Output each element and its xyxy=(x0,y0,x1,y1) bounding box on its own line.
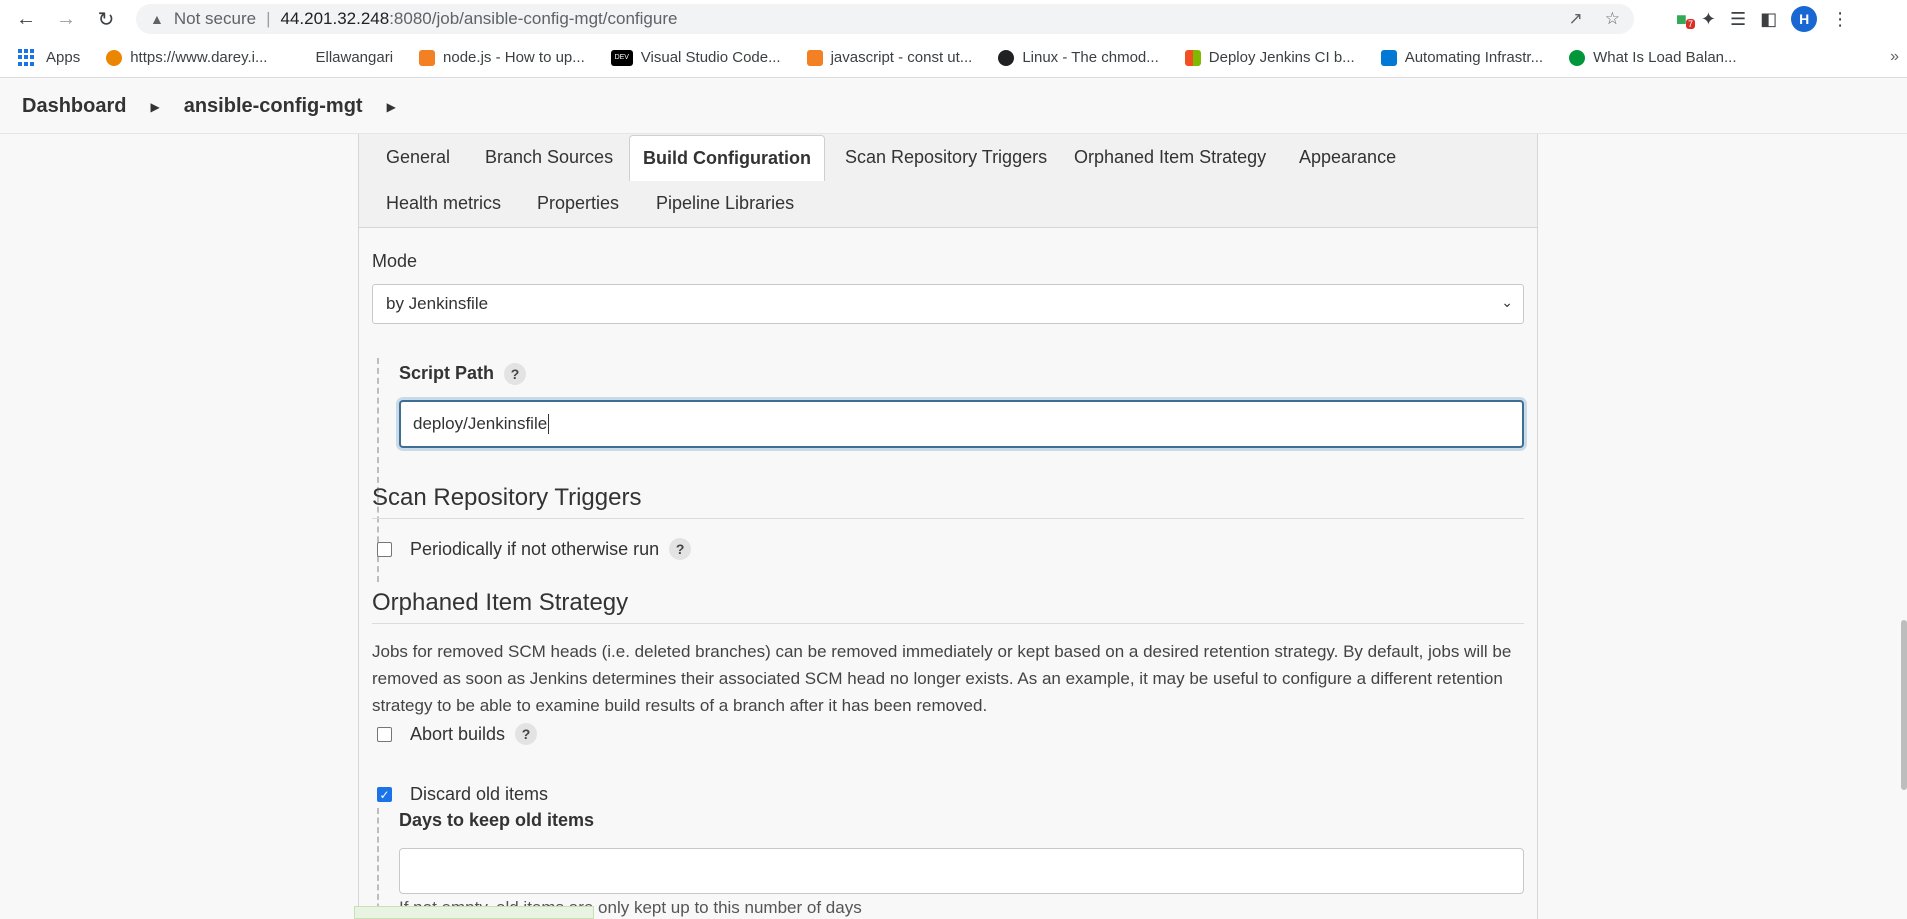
stackoverflow-favicon-icon xyxy=(419,49,436,66)
bookmark-label: Linux - The chmod... xyxy=(1022,49,1159,66)
side-panel-icon[interactable]: ◧ xyxy=(1760,9,1777,30)
script-path-input[interactable]: deploy/Jenkinsfile xyxy=(399,400,1524,448)
bookmark-label: javascript - const ut... xyxy=(830,49,973,66)
abort-builds-label: Abort builds xyxy=(410,723,506,744)
notification-bar xyxy=(354,906,594,919)
bookmark-javascript[interactable]: javascript - const ut... xyxy=(806,49,973,66)
reload-icon[interactable]: ↻ xyxy=(92,5,120,33)
bookmark-label: Automating Infrastr... xyxy=(1404,49,1544,66)
not-secure-label: Not secure xyxy=(173,9,257,28)
extensions-area: ■ 7 ✦ ☰ ◧ H ⋮ xyxy=(1676,6,1849,32)
discard-old-items-checkbox[interactable]: ✓ xyxy=(377,787,392,802)
back-arrow-icon[interactable]: ← xyxy=(12,5,40,33)
days-to-keep-label: Days to keep old items xyxy=(399,810,595,830)
breadcrumb-caret-icon[interactable]: ▶ xyxy=(150,100,159,114)
globe-favicon-icon xyxy=(998,49,1015,66)
bookmark-label: node.js - How to up... xyxy=(443,49,585,66)
apps-grid-icon xyxy=(18,48,36,67)
puzzle-extensions-icon[interactable]: ✦ xyxy=(1701,9,1716,30)
bookmark-ellawangari[interactable]: Ellawangari xyxy=(315,49,393,66)
tab-health-metrics[interactable]: Health metrics xyxy=(386,180,501,226)
mode-label: Mode xyxy=(372,251,418,271)
browser-toolbar: ← → ↻ ▲ Not secure | 44.201.32.248:8080/… xyxy=(0,0,1907,38)
tab-orphaned-item-strategy[interactable]: Orphaned Item Strategy xyxy=(1074,134,1266,180)
orphaned-strategy-heading: Orphaned Item Strategy xyxy=(372,589,1524,624)
azure-favicon-icon xyxy=(1380,49,1397,66)
abort-builds-row: Abort builds ? xyxy=(377,723,538,745)
bookmark-label: What Is Load Balan... xyxy=(1593,49,1737,66)
bookmark-darey[interactable]: https://www.darey.i... xyxy=(106,49,267,66)
profile-avatar[interactable]: H xyxy=(1791,6,1818,32)
tab-pipeline-libraries[interactable]: Pipeline Libraries xyxy=(656,180,794,226)
breadcrumb-caret-icon[interactable]: ▶ xyxy=(387,100,396,114)
bookmark-label: Apps xyxy=(46,49,81,66)
bookmark-vscode[interactable]: DEV Visual Studio Code... xyxy=(610,49,781,66)
chevron-down-icon: ⌄ xyxy=(1501,294,1513,310)
scan-triggers-heading: Scan Repository Triggers xyxy=(372,484,1524,519)
breadcrumb-job[interactable]: ansible-config-mgt xyxy=(184,95,363,118)
mode-select[interactable]: by Jenkinsfile ⌄ xyxy=(372,284,1524,324)
discard-old-items-label: Discard old items xyxy=(410,784,549,804)
config-tab-bar: General Branch Sources Build Configurati… xyxy=(359,134,1537,228)
tab-build-configuration[interactable]: Build Configuration xyxy=(629,135,825,181)
bookmark-label: Ellawangari xyxy=(315,49,394,66)
bookmark-star-icon[interactable]: ☆ xyxy=(1605,9,1620,29)
extension-badge-count: 7 xyxy=(1686,18,1696,29)
dev-favicon-icon: DEV xyxy=(610,49,633,66)
bookmark-label: https://www.darey.i... xyxy=(130,49,268,66)
tab-appearance[interactable]: Appearance xyxy=(1299,134,1396,180)
abort-builds-checkbox[interactable] xyxy=(377,726,392,742)
url-host: 44.201.32.248 xyxy=(280,9,390,28)
warning-triangle-icon: ▲ xyxy=(150,11,164,27)
orphaned-strategy-description: Jobs for removed SCM heads (i.e. deleted… xyxy=(372,642,1512,715)
darey-favicon-icon xyxy=(106,49,123,66)
days-to-keep-input[interactable] xyxy=(399,848,1524,894)
extension-badge-icon[interactable]: ■ 7 xyxy=(1676,9,1696,30)
media-queue-icon[interactable]: ☰ xyxy=(1730,9,1746,30)
bookmark-label: Deploy Jenkins CI b... xyxy=(1208,49,1355,66)
bookmark-nodejs[interactable]: node.js - How to up... xyxy=(419,49,585,66)
bookmark-load-balancing[interactable]: What Is Load Balan... xyxy=(1569,49,1737,66)
share-icon[interactable]: ↗ xyxy=(1569,9,1583,29)
address-separator: | xyxy=(266,9,271,28)
address-bar[interactable]: ▲ Not secure | 44.201.32.248:8080/job/an… xyxy=(136,4,1634,34)
periodic-trigger-label: Periodically if not otherwise run xyxy=(410,538,660,559)
bookmark-automating-infra[interactable]: Automating Infrastr... xyxy=(1380,49,1544,66)
script-path-label-text: Script Path xyxy=(399,363,495,383)
bookmark-linux-chmod[interactable]: Linux - The chmod... xyxy=(998,49,1159,66)
tab-branch-sources[interactable]: Branch Sources xyxy=(485,134,613,180)
mode-selected-value: by Jenkinsfile xyxy=(386,294,489,313)
tab-general[interactable]: General xyxy=(386,134,450,180)
bookmark-label: Visual Studio Code... xyxy=(640,49,781,66)
stackoverflow-favicon-icon xyxy=(806,49,823,66)
url-path: :8080/job/ansible-config-mgt/configure xyxy=(389,9,678,28)
script-path-value: deploy/Jenkinsfile xyxy=(413,414,548,433)
discard-nesting-rule xyxy=(377,808,379,919)
breadcrumb-dashboard[interactable]: Dashboard xyxy=(22,95,126,118)
microsoft-favicon-icon xyxy=(1184,49,1201,66)
browser-menu-icon[interactable]: ⋮ xyxy=(1831,9,1849,30)
breadcrumb: Dashboard ▶ ansible-config-mgt ▶ xyxy=(0,80,1907,134)
page-scrollbar-thumb[interactable] xyxy=(1901,620,1907,790)
bookmark-apps[interactable]: Apps xyxy=(18,48,81,67)
bookmark-deploy-jenkins[interactable]: Deploy Jenkins CI b... xyxy=(1184,49,1355,66)
help-icon[interactable]: ? xyxy=(669,538,692,560)
help-icon[interactable]: ? xyxy=(515,723,538,745)
help-icon[interactable]: ? xyxy=(504,363,527,386)
bookmarks-overflow-icon[interactable]: » xyxy=(1890,48,1899,66)
discard-old-items-row: ✓ Discard old items xyxy=(377,784,548,805)
tab-scan-repository-triggers[interactable]: Scan Repository Triggers xyxy=(845,134,1047,180)
periodic-trigger-row: Periodically if not otherwise run ? xyxy=(377,538,692,560)
bookmarks-bar: Apps https://www.darey.i... Ellawangari … xyxy=(0,38,1907,78)
text-cursor xyxy=(548,414,550,434)
forward-arrow-icon[interactable]: → xyxy=(52,5,80,33)
config-panel: General Branch Sources Build Configurati… xyxy=(358,134,1538,919)
nginx-favicon-icon xyxy=(1569,49,1586,66)
script-path-label: Script Path? xyxy=(399,363,527,386)
periodic-trigger-checkbox[interactable] xyxy=(377,541,392,557)
tab-properties[interactable]: Properties xyxy=(537,180,619,226)
